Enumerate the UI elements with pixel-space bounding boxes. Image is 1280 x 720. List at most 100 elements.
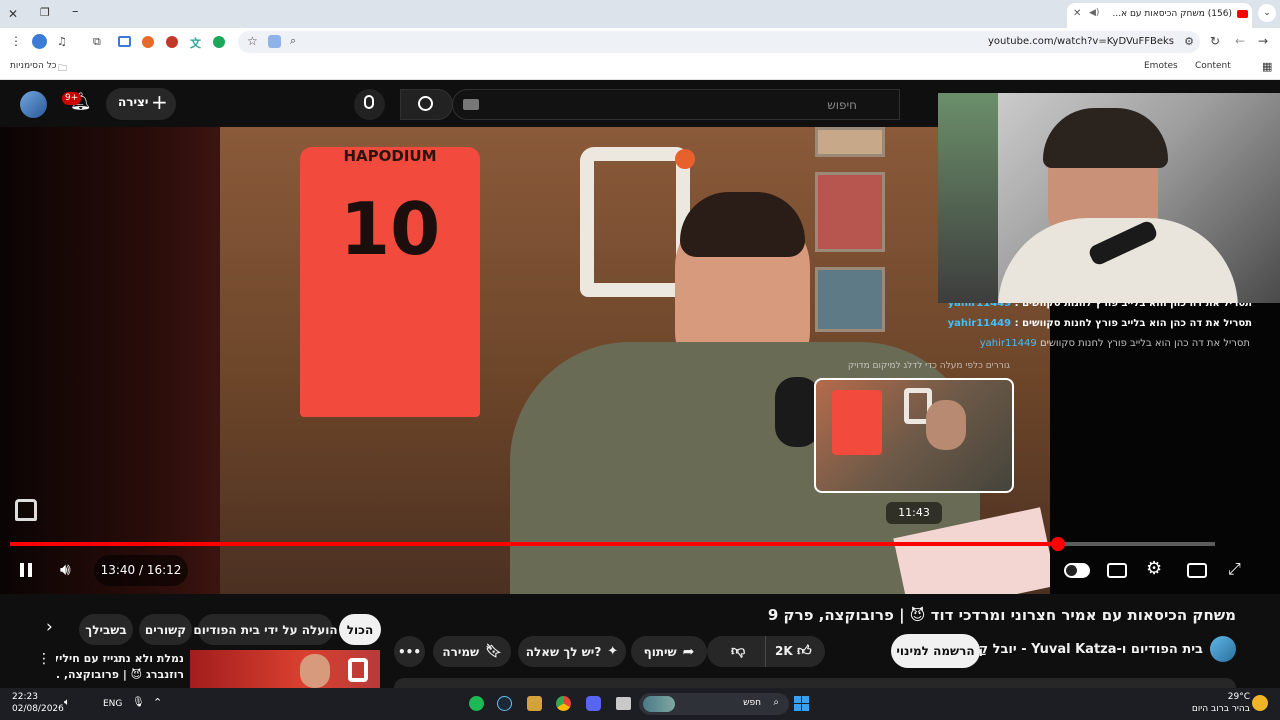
subscribe-button[interactable]: הרשמה למינוי (891, 634, 980, 668)
spotify-icon[interactable] (469, 696, 484, 711)
save-bookmark-icon: 🔖︎ (485, 644, 502, 659)
extension-red-icon[interactable] (166, 36, 178, 48)
pause-icon (28, 563, 32, 577)
bookmark-content[interactable]: Content (1195, 61, 1231, 71)
save-button[interactable]: שמירה 🔖︎ (433, 636, 511, 667)
extension-screen-icon[interactable] (118, 36, 131, 47)
chip-related[interactable]: קשורים (139, 614, 192, 645)
like-icon[interactable]: 👍︎ (797, 642, 812, 659)
extension-green-icon[interactable] (213, 36, 225, 48)
windows-start-icon[interactable] (794, 696, 809, 711)
seek-hint-text: גוררים כלפי מעלה כדי לדלג למיקום מדויק (847, 361, 1010, 371)
minimize-window-icon[interactable]: – (72, 4, 79, 19)
translate-extension-icon[interactable]: 文 (190, 35, 201, 51)
site-settings-icon[interactable]: ⚙ (1184, 35, 1194, 48)
bookmark-star-icon[interactable]: ☆ (247, 34, 258, 48)
recommendation-menu-icon[interactable]: ⋮ (37, 651, 51, 667)
tab-title: (156) משחק הכיסאות עם א... (1112, 9, 1233, 19)
back-icon[interactable]: → (1258, 34, 1268, 48)
tray-mic-icon[interactable]: 🎙︎ (132, 697, 145, 708)
extension-orange-icon[interactable] (142, 36, 154, 48)
share-button[interactable]: שיתוף ➦ (631, 636, 707, 667)
restore-window-icon[interactable]: ❐ (40, 6, 50, 19)
channel-watermark-icon[interactable] (15, 499, 37, 521)
chip-for-you[interactable]: בשבילך (79, 614, 133, 645)
apps-grid-icon[interactable]: ▦ (1262, 60, 1272, 73)
chrome-icon[interactable] (556, 696, 571, 711)
address-bar[interactable]: ☆ ⌕ youtube.com/watch?v=KyDVuFFBeks ⚙ (238, 31, 1200, 53)
orange-dot (675, 149, 695, 169)
thumbnail-logo (348, 658, 368, 682)
app-yellow-icon[interactable] (527, 696, 542, 711)
settings-gear-icon[interactable]: ⚙ (1146, 558, 1162, 579)
youtube-favicon-icon (1237, 10, 1248, 18)
steam-icon[interactable] (497, 696, 512, 711)
more-actions-button[interactable]: ••• (394, 636, 425, 667)
recommendation-title-line: רוזנברג 😈 | פרובוקצה, ... (56, 668, 184, 681)
folder-icon: 🗀 (58, 64, 68, 74)
video-ambient-left (0, 127, 220, 594)
recommendation-title[interactable]: נמלת ולא נתגייז עם חיליק רוזנברג 😈 | פרו… (56, 651, 184, 683)
like-dislike-group: 👎︎ 2K 👍︎ (707, 636, 825, 667)
subtitles-icon[interactable] (1107, 563, 1127, 578)
pause-button[interactable] (18, 561, 34, 579)
create-label: יצירה (118, 95, 149, 109)
volume-icon[interactable]: 🔊︎ (60, 560, 71, 580)
description-box[interactable] (394, 678, 1236, 688)
reload-icon[interactable]: ↻ (1210, 34, 1220, 48)
save-label: שמירה (442, 644, 480, 659)
windows-taskbar: 22:23 02/08/2026 🔈︎ ENG 🎙︎ ⌃ חפש ⌕ 29°C … (0, 688, 1280, 720)
progress-scrubber-handle[interactable] (1051, 537, 1065, 551)
keyboard-icon[interactable] (463, 99, 479, 110)
forward-icon[interactable]: ← (1235, 34, 1245, 48)
chat-username: yahir11449 (947, 318, 1012, 329)
language-indicator[interactable]: ENG (103, 699, 122, 709)
channel-name[interactable]: בית הפודיום ו-Yuval Katza - יובל קַצָה (961, 642, 1203, 657)
taskbar-search-box[interactable]: חפש ⌕ (639, 693, 789, 715)
recommendation-thumbnail[interactable] (190, 650, 380, 688)
all-bookmarks-link[interactable]: כל הסימניות (10, 61, 57, 71)
tray-overflow-icon[interactable]: ⌃ (153, 696, 162, 709)
speaker-icon[interactable]: 🔈︎ (64, 697, 70, 708)
browser-tab-active[interactable]: ✕ ◀) (156) משחק הכיסאות עם א... (1067, 3, 1252, 28)
search-input[interactable]: חיפוש (452, 89, 900, 120)
like-count: 2K (775, 644, 793, 658)
dislike-icon[interactable]: 👎︎ (731, 642, 745, 659)
file-explorer-icon[interactable] (616, 697, 631, 710)
search-highlight-image (643, 696, 675, 712)
chip-uploaded-by-channel[interactable]: הועלה על ידי בית הפודיום (193, 614, 338, 645)
autoplay-toggle[interactable] (1064, 563, 1090, 578)
search-button[interactable] (400, 89, 453, 120)
progress-bar-played (10, 542, 1058, 546)
bookmark-emotes[interactable]: Emotes (1144, 61, 1178, 71)
theater-mode-icon[interactable] (1187, 563, 1207, 578)
webcam-person-shirt (998, 218, 1238, 303)
clock-time: 22:23 (12, 692, 38, 702)
extensions-icon[interactable]: ⧉ (93, 35, 101, 49)
zoom-icon[interactable]: ⌕ (290, 34, 296, 48)
menu-kebab-icon[interactable]: ⋮ (10, 34, 22, 48)
preview-person (926, 400, 966, 450)
taskbar-search-icon: ⌕ (773, 697, 779, 708)
profile-avatar-icon[interactable] (32, 34, 47, 49)
discord-icon[interactable] (586, 696, 601, 711)
tab-audio-icon[interactable]: ◀) (1089, 8, 1099, 18)
chips-next-icon[interactable]: › (46, 617, 53, 637)
create-button[interactable]: יצירה + (106, 88, 176, 120)
seek-preview-time: 11:43 (886, 502, 942, 524)
media-icon[interactable]: ♫ (57, 35, 67, 48)
ask-ai-button[interactable]: יש לך שאלה? ✦ (518, 636, 626, 667)
time-display: 13:40 / 16:12 (94, 555, 188, 586)
browser-toolbar: ⋮ ♫ ⧉ 文 ☆ ⌕ youtube.com/watch?v=KyDVuFFB… (0, 28, 1280, 56)
house-logo-image (580, 147, 690, 297)
channel-avatar[interactable] (1210, 636, 1236, 662)
fullscreen-icon[interactable]: ⤢ (1228, 559, 1241, 579)
chip-all[interactable]: הכול (339, 614, 381, 645)
weather-sun-icon[interactable] (1252, 695, 1268, 711)
tab-search-icon[interactable]: ⌄ (1258, 4, 1276, 22)
close-window-icon[interactable]: ✕ (8, 7, 18, 21)
tab-close-icon[interactable]: ✕ (1073, 8, 1081, 19)
account-avatar[interactable] (20, 91, 47, 118)
voice-search-button[interactable] (354, 89, 385, 120)
lens-icon[interactable] (268, 35, 281, 48)
